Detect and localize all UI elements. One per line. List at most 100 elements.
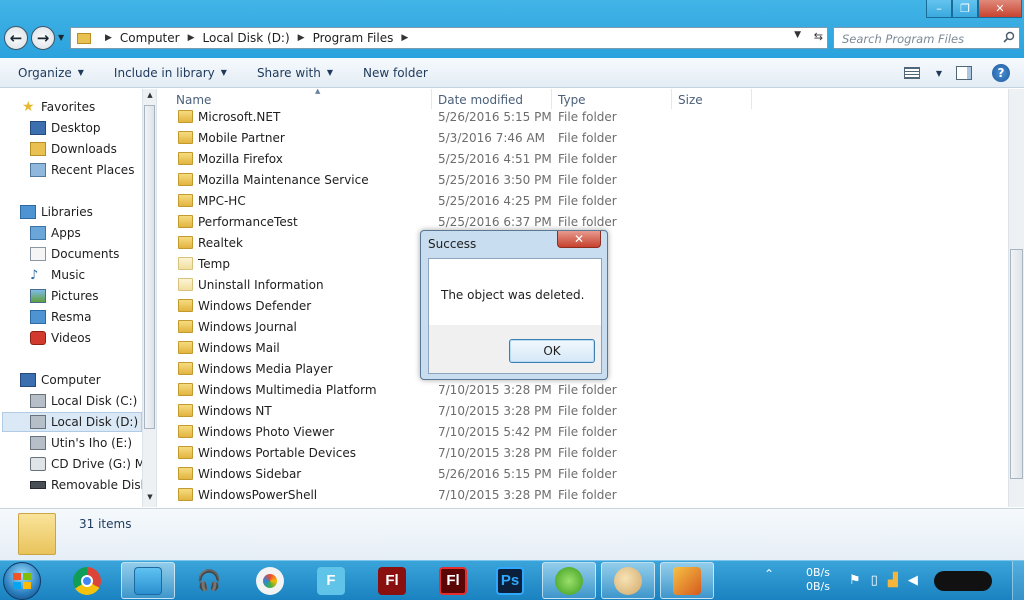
download-speed: 0B/s: [806, 580, 830, 593]
close-button[interactable]: ✕: [978, 0, 1022, 18]
nav-scrollbar[interactable]: ▲ ▼: [142, 89, 156, 507]
file-row[interactable]: Microsoft.NET 5/26/2016 5:15 PM File folde…: [158, 107, 1008, 128]
sidebar-computer[interactable]: Computer: [20, 370, 101, 390]
chevron-right-icon[interactable]: ▶: [105, 33, 112, 43]
sidebar-item-recent-places[interactable]: Recent Places: [30, 160, 134, 180]
file-name: Temp: [198, 257, 230, 271]
file-row[interactable]: Windows Photo Viewer 7/10/2015 5:42 PM Fil…: [158, 422, 1008, 443]
sidebar-item-music[interactable]: ♪ Music: [30, 265, 85, 285]
volume-icon[interactable]: ◀: [908, 573, 918, 588]
scroll-up-icon[interactable]: ▲: [145, 91, 155, 103]
sidebar-item-removable-disk[interactable]: Removable Disk (: [30, 475, 156, 495]
file-row[interactable]: MPC-HC 5/25/2016 4:25 PM File folder: [158, 191, 1008, 212]
start-button[interactable]: [3, 562, 41, 600]
sidebar-libraries[interactable]: Libraries: [20, 202, 93, 222]
sidebar-label: Apps: [51, 226, 81, 240]
organize-menu[interactable]: Organize ▼: [18, 66, 84, 80]
sidebar-item-cd-drive-g[interactable]: CD Drive (G:) Mo: [30, 454, 152, 474]
preview-pane-icon[interactable]: [956, 66, 972, 80]
taskbar-chrome[interactable]: [60, 562, 114, 599]
taskbar-music[interactable]: 🎧: [182, 562, 236, 599]
dialog-close-button[interactable]: ✕: [557, 231, 601, 248]
sidebar-item-desktop[interactable]: Desktop: [30, 118, 101, 138]
scroll-down-icon[interactable]: ▼: [145, 493, 155, 505]
file-list-scrollbar[interactable]: [1008, 89, 1024, 507]
minimize-button[interactable]: –: [926, 0, 952, 18]
chevron-down-icon[interactable]: ▼: [794, 30, 801, 40]
search-input[interactable]: Search Program Files: [833, 27, 1020, 49]
column-header-date-modified[interactable]: Date modified: [438, 89, 552, 109]
file-row[interactable]: Windows NT 7/10/2015 3:28 PM File folder: [158, 401, 1008, 422]
sidebar-label: Resma: [51, 310, 92, 324]
title-bar: – ❐ ✕ ← → ▼ ▶ Computer ▶ Local Disk (D:)…: [0, 0, 1024, 58]
sidebar-item-utins-iho-e[interactable]: Utin's Iho (E:): [30, 433, 132, 453]
flash-icon: Fl: [378, 566, 406, 595]
sidebar-item-downloads[interactable]: Downloads: [30, 139, 117, 159]
recent-pages-dropdown-icon[interactable]: ▼: [58, 33, 64, 42]
breadcrumb-program-files[interactable]: Program Files: [313, 31, 394, 45]
file-row[interactable]: Windows Multimedia Platform 7/10/2015 3:2…: [158, 380, 1008, 401]
sidebar-item-apps[interactable]: Apps: [30, 223, 81, 243]
forward-button[interactable]: →: [31, 26, 55, 50]
chevron-right-icon[interactable]: ▶: [298, 33, 305, 43]
sidebar-item-local-disk-c[interactable]: Local Disk (C:): [30, 391, 137, 411]
file-row[interactable]: Windows Sidebar 5/26/2016 5:15 PM File fol…: [158, 464, 1008, 485]
search-icon[interactable]: [1003, 31, 1015, 43]
address-bar[interactable]: ▶ Computer ▶ Local Disk (D:) ▶ Program F…: [70, 27, 828, 49]
taskbar-tool[interactable]: [660, 562, 714, 599]
new-folder-button[interactable]: New folder: [363, 66, 428, 80]
pictures-icon: [30, 289, 46, 303]
folder-icon: [18, 513, 56, 555]
share-with-menu[interactable]: Share with ▼: [257, 66, 333, 80]
taskbar-paint[interactable]: [601, 562, 655, 599]
flag-icon[interactable]: ⚑: [849, 573, 861, 588]
taskbar-photos[interactable]: [243, 562, 297, 599]
taskbar-green-app[interactable]: [542, 562, 596, 599]
file-row[interactable]: Mozilla Maintenance Service 5/25/2016 3:5…: [158, 170, 1008, 191]
sidebar-item-local-disk-d[interactable]: Local Disk (D:): [2, 412, 142, 432]
breadcrumb-computer[interactable]: Computer: [120, 31, 180, 45]
taskbar-flash-red[interactable]: Fl: [426, 562, 480, 599]
change-view-icon[interactable]: [903, 67, 920, 79]
chevron-down-icon[interactable]: ▼: [936, 69, 942, 78]
include-in-library-label: Include in library: [113, 65, 215, 80]
taskbar-flash[interactable]: Fl: [365, 562, 419, 599]
scroll-thumb[interactable]: [144, 105, 155, 429]
file-row[interactable]: Mozilla Firefox 5/25/2016 4:51 PM File fol…: [158, 149, 1008, 170]
battery-icon[interactable]: ▯: [871, 573, 878, 588]
show-desktop-button[interactable]: [1012, 561, 1024, 600]
sidebar-item-documents[interactable]: Documents: [30, 244, 119, 264]
chevron-right-icon[interactable]: ▶: [401, 33, 408, 43]
file-row[interactable]: Mobile Partner 5/3/2016 7:46 AM File folde…: [158, 128, 1008, 149]
libraries-icon: [20, 205, 36, 219]
maximize-button[interactable]: ❐: [952, 0, 978, 18]
taskbar-photoshop[interactable]: Ps: [483, 562, 537, 599]
taskbar-f-app[interactable]: F: [304, 562, 358, 599]
sidebar-item-pictures[interactable]: Pictures: [30, 286, 99, 306]
folder-icon: [178, 152, 193, 165]
back-button[interactable]: ←: [4, 26, 28, 50]
sidebar-item-resma[interactable]: Resma: [30, 307, 91, 327]
sidebar-item-videos[interactable]: Videos: [30, 328, 91, 348]
ok-button[interactable]: OK: [509, 339, 595, 363]
clock-redacted[interactable]: [934, 571, 992, 591]
show-hidden-icons-icon[interactable]: ⌃: [764, 567, 774, 581]
column-header-size[interactable]: Size: [678, 89, 752, 109]
file-date-modified: 5/3/2016 7:46 AM: [438, 131, 546, 145]
include-in-library-menu[interactable]: Include in library ▼: [114, 66, 227, 80]
refresh-icon[interactable]: ⇆: [814, 30, 823, 43]
network-signal-icon[interactable]: ▟: [888, 573, 898, 588]
scroll-thumb[interactable]: [1010, 249, 1023, 479]
sidebar-favorites[interactable]: ★ Favorites: [22, 97, 95, 117]
taskbar-explorer[interactable]: [121, 562, 175, 599]
column-header-type[interactable]: Type: [558, 89, 672, 109]
chevron-right-icon[interactable]: ▶: [188, 33, 195, 43]
help-icon[interactable]: ?: [992, 64, 1010, 82]
library-folder-icon: [30, 310, 46, 324]
star-icon: ★: [22, 99, 35, 115]
file-row[interactable]: Windows Portable Devices 7/10/2015 3:28 P…: [158, 443, 1008, 464]
column-header-name[interactable]: Name ▲: [176, 89, 432, 109]
explorer-window: – ❐ ✕ ← → ▼ ▶ Computer ▶ Local Disk (D:)…: [0, 0, 1024, 560]
file-row[interactable]: WindowsPowerShell 7/10/2015 3:28 PM File f…: [158, 485, 1008, 506]
breadcrumb-local-disk-d[interactable]: Local Disk (D:): [203, 31, 290, 45]
